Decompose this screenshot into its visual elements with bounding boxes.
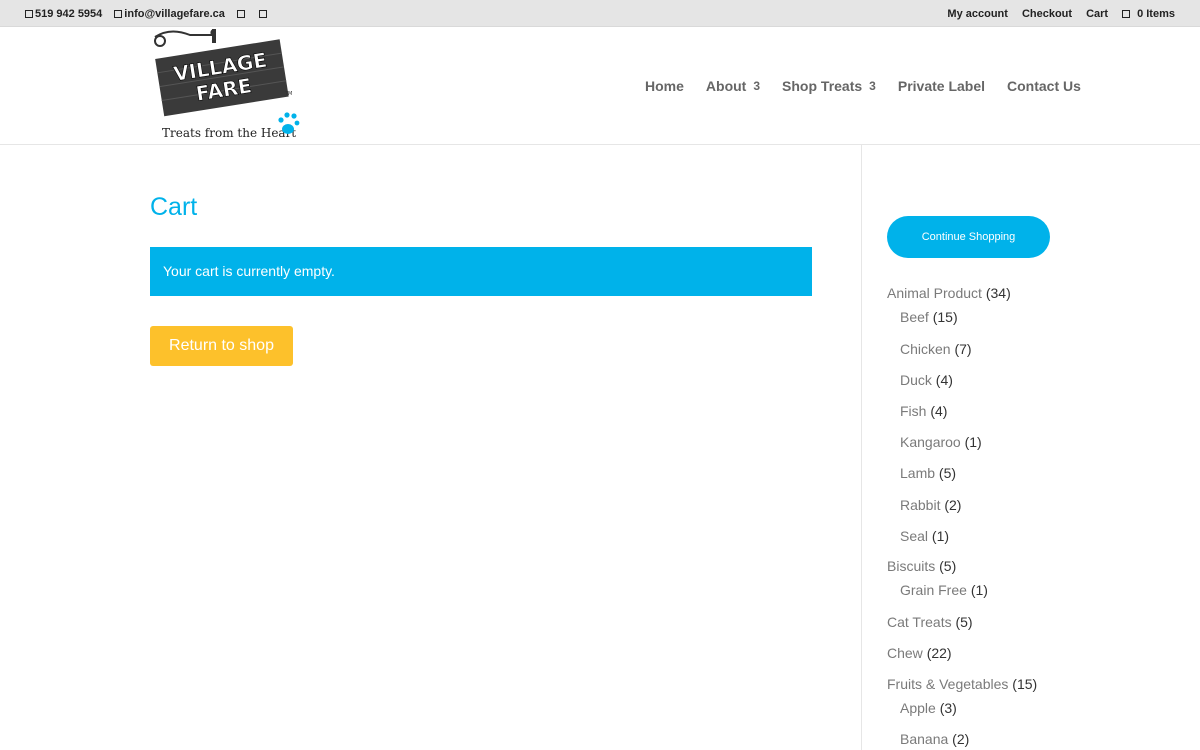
category-name: Beef	[900, 309, 929, 325]
category-count: (2)	[944, 497, 962, 513]
nav-about-label: About	[705, 78, 747, 94]
top-bar-contact: 519 942 5954 info@villagefare.ca	[25, 8, 269, 20]
cart-link[interactable]: Cart	[1086, 8, 1108, 20]
nav-contact-us-label: Contact Us	[1007, 78, 1081, 94]
page-title: Cart	[150, 193, 198, 221]
category-count: (1)	[931, 528, 950, 544]
category-item[interactable]: Apple (3)	[900, 700, 957, 716]
social-icon	[258, 10, 267, 18]
social-link-1[interactable]	[236, 10, 247, 18]
cart-items-link[interactable]: 0 Items	[1122, 8, 1175, 20]
category-count: (4)	[930, 403, 948, 419]
category-item[interactable]: Duck (4)	[900, 372, 953, 388]
site-header: VILLAGE FARE TM Treats from the Heart Ho…	[0, 27, 1200, 145]
continue-shopping-button[interactable]: Continue Shopping	[887, 216, 1050, 258]
category-name: Duck	[900, 372, 932, 388]
nav-contact-us[interactable]: Contact Us	[1007, 78, 1081, 94]
cart-icon	[1122, 10, 1131, 18]
category-name: Kangaroo	[900, 434, 961, 450]
category-name: Chew	[887, 645, 923, 661]
category-item[interactable]: Beef (15)	[900, 309, 958, 325]
chevron-down-icon: 3	[869, 79, 876, 93]
social-icon	[236, 10, 245, 18]
phone-icon	[25, 10, 33, 18]
sidebar-divider	[861, 145, 862, 750]
phone-link[interactable]: 519 942 5954	[25, 8, 102, 20]
category-count: (4)	[935, 372, 953, 388]
category-count: (22)	[926, 645, 952, 661]
nav-private-label-label: Private Label	[897, 78, 986, 94]
category-name: Fruits & Vegetables	[887, 676, 1009, 692]
phone-number: 519 942 5954	[35, 8, 103, 20]
category-name: Grain Free	[900, 582, 967, 598]
category-item[interactable]: Animal Product (34)	[887, 285, 1011, 301]
category-item[interactable]: Seal (1)	[900, 528, 949, 544]
chevron-down-icon: 3	[753, 79, 761, 93]
category-name: Banana	[900, 731, 949, 747]
site-logo[interactable]: VILLAGE FARE TM Treats from the Heart	[150, 27, 300, 142]
category-name: Biscuits	[887, 558, 936, 574]
category-count: (5)	[939, 558, 957, 574]
category-item[interactable]: Grain Free (1)	[900, 582, 988, 598]
category-name: Apple	[900, 700, 936, 716]
nav-about[interactable]: About 3	[706, 78, 760, 94]
category-count: (1)	[970, 582, 988, 598]
category-name: Lamb	[900, 465, 936, 481]
svg-text:Treats from the Heart: Treats from the Heart	[162, 126, 296, 140]
logo-graphic: VILLAGE FARE TM Treats from the Heart	[154, 29, 300, 140]
top-bar-account: My account Checkout Cart 0 Items	[947, 8, 1175, 20]
category-count: (34)	[985, 285, 1011, 301]
cart-items-count: 0 Items	[1137, 8, 1175, 20]
category-count: (15)	[1012, 676, 1038, 692]
category-name: Seal	[900, 528, 929, 544]
email-icon	[114, 10, 123, 18]
category-count: (5)	[938, 465, 957, 481]
category-count: (2)	[952, 731, 970, 747]
category-item[interactable]: Rabbit (2)	[900, 497, 961, 513]
category-count: (15)	[932, 309, 958, 325]
social-link-2[interactable]	[258, 10, 269, 18]
nav-private-label[interactable]: Private Label	[898, 78, 985, 94]
svg-text:TM: TM	[284, 91, 292, 97]
category-item[interactable]: Lamb (5)	[900, 465, 956, 481]
category-item[interactable]: Fish (4)	[900, 403, 947, 419]
category-name: Animal Product	[887, 285, 982, 301]
category-item[interactable]: Fruits & Vegetables (15)	[887, 676, 1037, 692]
category-count: (1)	[964, 434, 982, 450]
email-address: info@villagefare.ca	[124, 8, 225, 20]
nav-home-label: Home	[645, 78, 684, 94]
email-link[interactable]: info@villagefare.ca	[114, 8, 225, 20]
top-bar: 519 942 5954 info@villagefare.ca My acco…	[0, 0, 1200, 27]
return-to-shop-button[interactable]: Return to shop	[150, 326, 293, 366]
my-account-link[interactable]: My account	[947, 8, 1008, 20]
category-item[interactable]: Biscuits (5)	[887, 558, 956, 574]
category-name: Chicken	[900, 341, 951, 357]
category-count: (5)	[955, 614, 973, 630]
category-item[interactable]: Cat Treats (5)	[887, 614, 973, 630]
category-name: Fish	[900, 403, 927, 419]
nav-home[interactable]: Home	[645, 78, 684, 94]
nav-shop-treats-label: Shop Treats	[782, 78, 863, 94]
checkout-link[interactable]: Checkout	[1022, 8, 1072, 20]
category-count: (7)	[954, 341, 972, 357]
category-item[interactable]: Chicken (7)	[900, 341, 972, 357]
category-item[interactable]: Banana (2)	[900, 731, 969, 747]
main-nav: Home About 3 Shop Treats 3 Private Label…	[645, 78, 1081, 94]
category-name: Cat Treats	[887, 614, 952, 630]
category-name: Rabbit	[900, 497, 941, 513]
category-item[interactable]: Chew (22)	[887, 645, 952, 661]
cart-empty-notice: Your cart is currently empty.	[150, 247, 812, 296]
nav-shop-treats[interactable]: Shop Treats 3	[782, 78, 876, 94]
category-count: (3)	[939, 700, 957, 716]
category-item[interactable]: Kangaroo (1)	[900, 434, 982, 450]
